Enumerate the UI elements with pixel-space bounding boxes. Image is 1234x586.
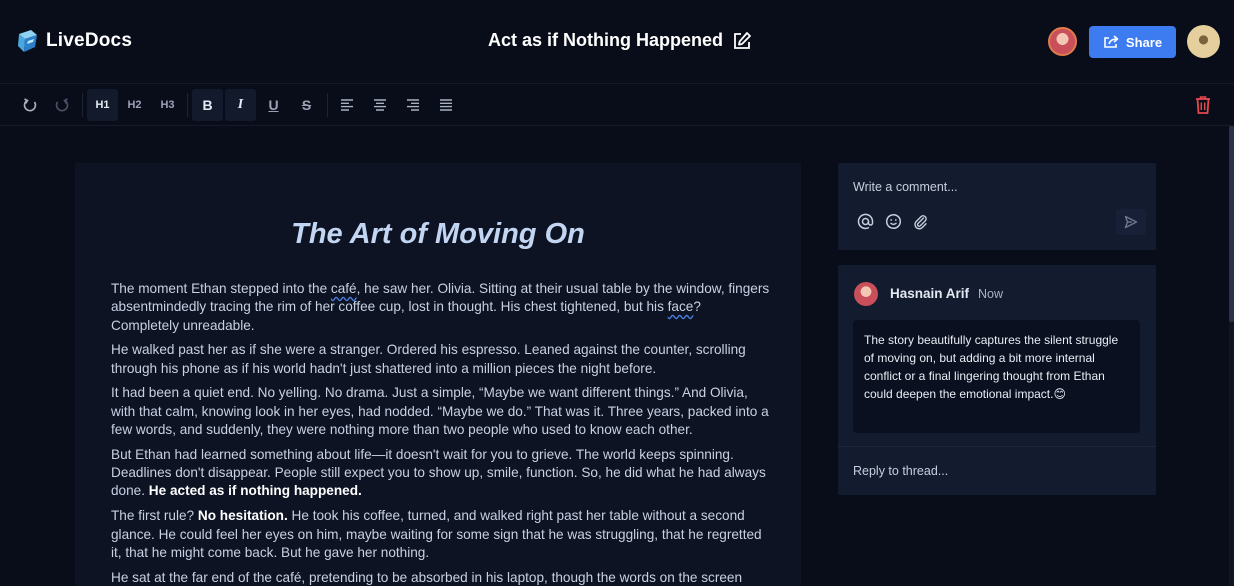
align-left-icon bbox=[340, 99, 353, 111]
align-center-button[interactable] bbox=[364, 89, 395, 121]
mention-icon[interactable] bbox=[857, 213, 874, 230]
livedocs-logo-icon bbox=[18, 30, 37, 52]
heading-1-button[interactable]: H1 bbox=[87, 89, 118, 121]
redo-icon bbox=[55, 98, 68, 112]
heading-3-button[interactable]: H3 bbox=[152, 89, 183, 121]
align-right-icon bbox=[406, 99, 419, 111]
app-name: LiveDocs bbox=[46, 30, 133, 51]
bold-text: He acted as if nothing happened. bbox=[148, 483, 362, 499]
comment-author: Hasnain Arif bbox=[890, 286, 970, 301]
spellcheck-word[interactable]: café bbox=[331, 281, 357, 296]
share-label: Share bbox=[1125, 34, 1163, 50]
delete-document-icon[interactable] bbox=[1194, 95, 1212, 115]
comment-body: The story beautifully captures the silen… bbox=[853, 320, 1140, 433]
undo-icon bbox=[23, 98, 36, 112]
comment-timestamp: Now bbox=[978, 287, 1004, 301]
send-icon bbox=[1124, 215, 1138, 229]
paragraph[interactable]: It had been a quiet end. No yelling. No … bbox=[111, 384, 771, 439]
comment-composer: Write a comment... bbox=[838, 163, 1156, 250]
strikethrough-button[interactable]: S bbox=[291, 89, 322, 121]
toolbar-divider bbox=[327, 93, 328, 117]
toolbar-divider bbox=[187, 93, 188, 117]
bold-text: No hesitation. bbox=[197, 508, 288, 524]
paragraph[interactable]: The moment Ethan stepped into the café, … bbox=[111, 280, 771, 335]
italic-button[interactable]: I bbox=[225, 89, 256, 121]
comment-input[interactable]: Write a comment... bbox=[853, 180, 958, 194]
underline-button[interactable]: U bbox=[258, 89, 289, 121]
send-comment-button[interactable] bbox=[1116, 209, 1146, 235]
scrollbar-thumb[interactable] bbox=[1229, 126, 1234, 322]
align-center-icon bbox=[373, 99, 386, 111]
comment-thread: Hasnain Arif Now The story beautifully c… bbox=[838, 265, 1156, 495]
paragraph[interactable]: He sat at the far end of the café, prete… bbox=[111, 569, 771, 586]
attachment-icon[interactable] bbox=[912, 213, 929, 230]
reply-input[interactable]: Reply to thread... bbox=[853, 464, 948, 478]
comment-author-avatar bbox=[854, 282, 878, 306]
share-button[interactable]: Share bbox=[1089, 26, 1176, 58]
emoji-icon[interactable] bbox=[885, 213, 902, 230]
document-body[interactable]: The moment Ethan stepped into the café, … bbox=[111, 280, 771, 586]
edit-title-icon[interactable] bbox=[732, 31, 752, 51]
document-title[interactable]: Act as if Nothing Happened bbox=[488, 30, 723, 51]
align-justify-icon bbox=[439, 99, 452, 111]
heading-2-button[interactable]: H2 bbox=[119, 89, 150, 121]
undo-button[interactable] bbox=[14, 89, 45, 121]
bold-button[interactable]: B bbox=[192, 89, 223, 121]
user-avatar[interactable] bbox=[1187, 25, 1220, 58]
paragraph[interactable]: He walked past her as if she were a stra… bbox=[111, 341, 771, 378]
collaborator-avatar[interactable] bbox=[1048, 27, 1077, 56]
document-editor[interactable]: The Art of Moving On The moment Ethan st… bbox=[75, 163, 801, 586]
editor-toolbar: H1 H2 H3 B I U S bbox=[0, 85, 1234, 126]
redo-button[interactable] bbox=[46, 89, 77, 121]
paragraph[interactable]: But Ethan had learned something about li… bbox=[111, 446, 771, 501]
app-header: LiveDocs Act as if Nothing Happened Shar… bbox=[0, 0, 1234, 84]
app-logo[interactable]: LiveDocs bbox=[16, 28, 132, 54]
thread-divider bbox=[838, 446, 1156, 447]
toolbar-divider bbox=[82, 93, 83, 117]
share-icon bbox=[1104, 35, 1119, 48]
spellcheck-word[interactable]: face bbox=[668, 299, 694, 314]
align-justify-button[interactable] bbox=[430, 89, 461, 121]
paragraph[interactable]: The first rule? No hesitation. He took h… bbox=[111, 507, 771, 562]
align-left-button[interactable] bbox=[331, 89, 362, 121]
document-title-area: Act as if Nothing Happened bbox=[488, 30, 752, 51]
align-right-button[interactable] bbox=[397, 89, 428, 121]
document-heading[interactable]: The Art of Moving On bbox=[75, 218, 801, 251]
